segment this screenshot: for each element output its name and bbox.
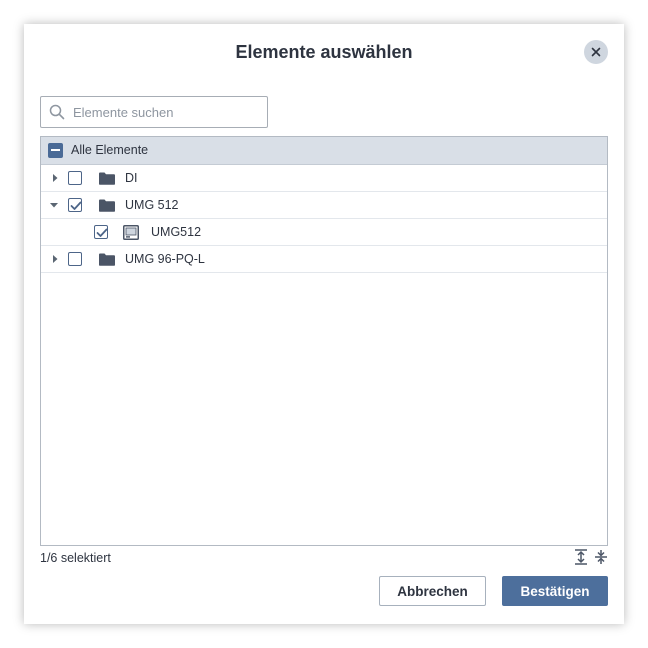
close-button[interactable] (584, 40, 608, 64)
close-icon (591, 47, 601, 57)
tree-row-label: UMG512 (151, 225, 202, 239)
folder-icon (99, 253, 115, 266)
checkbox-umg-512[interactable] (68, 198, 82, 212)
collapse-arrow-icon[interactable] (49, 201, 59, 209)
expand-arrow-icon[interactable] (51, 254, 59, 264)
folder-icon (99, 172, 115, 185)
collapse-all-icon[interactable] (594, 549, 608, 565)
tree-row-umg-96-pq-l[interactable]: UMG 96-PQ-L (41, 246, 607, 273)
checkmark-icon (96, 228, 108, 237)
tree-row-label: UMG 512 (125, 198, 179, 212)
folder-icon (99, 199, 115, 212)
expand-arrow-icon[interactable] (51, 173, 59, 183)
tree-header-all-elements: Alle Elemente (41, 137, 607, 165)
dialog-title: Elemente auswählen (235, 42, 413, 62)
checkbox-umg512[interactable] (94, 225, 108, 239)
element-tree: Alle Elemente DI UMG 512 UMG512 UMG 96-P… (40, 136, 608, 546)
selection-status: 1/6 selektiert (40, 551, 111, 565)
checkmark-icon (70, 201, 82, 210)
search-icon (49, 104, 65, 120)
all-elements-checkbox[interactable] (48, 143, 63, 158)
tree-row-umg512-device[interactable]: UMG512 (41, 219, 607, 246)
tree-row-label: UMG 96-PQ-L (125, 252, 205, 266)
select-elements-dialog: Elemente auswählen Alle Elemente DI (24, 24, 624, 624)
checkbox-di[interactable] (68, 171, 82, 185)
search-box (40, 96, 268, 128)
tree-row-label: DI (125, 171, 138, 185)
all-elements-label: Alle Elemente (71, 143, 149, 157)
device-icon (123, 225, 139, 240)
expand-all-icon[interactable] (574, 549, 588, 565)
tree-row-umg-512[interactable]: UMG 512 (41, 192, 607, 219)
search-input[interactable] (73, 97, 261, 127)
tree-row-di[interactable]: DI (41, 165, 607, 192)
cancel-button[interactable]: Abbrechen (379, 576, 486, 606)
checkbox-umg-96-pq-l[interactable] (68, 252, 82, 266)
confirm-button[interactable]: Bestätigen (502, 576, 608, 606)
